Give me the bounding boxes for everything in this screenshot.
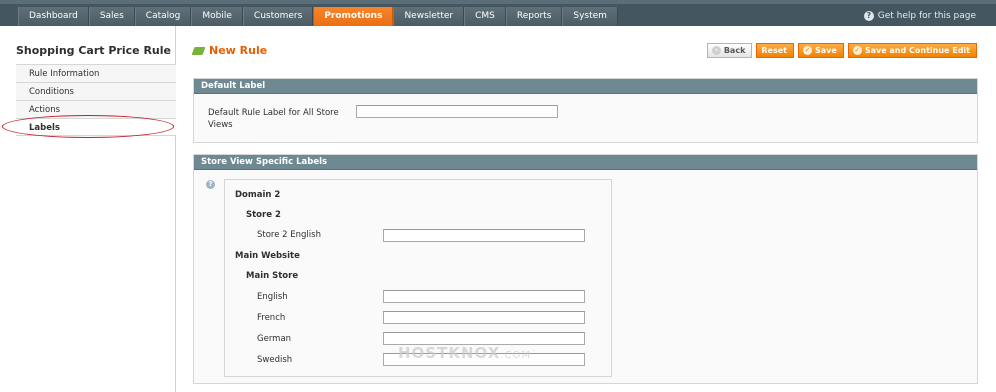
store-group-main: Main Store bbox=[246, 271, 299, 281]
back-button-label: Back bbox=[723, 46, 746, 55]
default-label-section: Default Label Default Rule Label for All… bbox=[193, 78, 978, 143]
default-rule-label-label: Default Rule Label for All Store Views bbox=[208, 108, 339, 130]
back-arrow-icon: ‹ bbox=[711, 46, 721, 55]
store-view-label: English bbox=[257, 292, 288, 302]
reset-button-label: Reset bbox=[761, 46, 787, 55]
french-label-input[interactable] bbox=[383, 311, 585, 324]
nav-customers[interactable]: Customers bbox=[242, 7, 314, 26]
website-main: Main Website bbox=[235, 251, 300, 261]
annotation-circle bbox=[2, 115, 174, 138]
save-continue-button[interactable]: ✓ Save and Continue Edit bbox=[847, 43, 977, 58]
tab-rule-information[interactable]: Rule Information bbox=[16, 64, 176, 82]
store-view-labels-heading: Store View Specific Labels bbox=[194, 155, 977, 170]
save-continue-button-label: Save and Continue Edit bbox=[864, 46, 970, 55]
help-icon: ? bbox=[863, 11, 874, 21]
sidebar-title: Shopping Cart Price Rule bbox=[16, 44, 171, 57]
sidebar: Shopping Cart Price Rule Rule Informatio… bbox=[0, 26, 176, 392]
nav-newsletter[interactable]: Newsletter bbox=[393, 7, 465, 26]
main-menu: Dashboard Sales Catalog Mobile Customers… bbox=[18, 7, 618, 26]
rule-icon bbox=[191, 46, 206, 55]
reset-button[interactable]: Reset bbox=[756, 43, 794, 58]
nav-cms[interactable]: CMS bbox=[464, 7, 506, 26]
store-view-label: Store 2 English bbox=[257, 230, 321, 240]
save-button-label: Save bbox=[815, 46, 837, 55]
save-check-icon: ✓ bbox=[803, 46, 812, 55]
question-icon: ? bbox=[206, 180, 215, 189]
help-text: Get help for this page bbox=[877, 11, 976, 21]
help-link[interactable]: ? Get help for this page bbox=[863, 11, 976, 21]
tab-conditions[interactable]: Conditions bbox=[16, 82, 176, 100]
nav-catalog[interactable]: Catalog bbox=[134, 7, 192, 26]
hostknox-watermark: HOSTKNOX.COM bbox=[398, 344, 531, 362]
default-label-heading: Default Label bbox=[194, 79, 977, 94]
store-view-labels-section: Store View Specific Labels ? Domain 2 St… bbox=[193, 154, 978, 384]
save-button[interactable]: ✓ Save bbox=[798, 43, 844, 58]
english-label-input[interactable] bbox=[383, 290, 585, 303]
website-domain-2: Domain 2 bbox=[235, 190, 281, 200]
top-navigation-bar: Dashboard Sales Catalog Mobile Customers… bbox=[0, 0, 996, 26]
store-view-label: German bbox=[257, 334, 292, 344]
save-continue-check-icon: ✓ bbox=[852, 46, 862, 55]
nav-promotions[interactable]: Promotions bbox=[313, 7, 394, 26]
default-rule-label-input[interactable] bbox=[356, 105, 558, 118]
nav-mobile[interactable]: Mobile bbox=[191, 7, 243, 26]
watermark-brand: HOSTKNOX bbox=[398, 344, 501, 362]
store-group-store-2: Store 2 bbox=[246, 210, 281, 220]
action-buttons: ‹ Back Reset ✓ Save ✓ Save and Continue … bbox=[706, 43, 977, 58]
nav-dashboard[interactable]: Dashboard bbox=[18, 7, 89, 26]
page-title-text: New Rule bbox=[209, 44, 268, 57]
store-view-label: French bbox=[257, 313, 286, 323]
back-button[interactable]: ‹ Back bbox=[706, 43, 753, 58]
store-2-english-input[interactable] bbox=[383, 229, 585, 242]
watermark-suffix: .COM bbox=[500, 350, 531, 361]
nav-reports[interactable]: Reports bbox=[505, 7, 563, 26]
store-view-label: Swedish bbox=[257, 355, 293, 365]
page-title: New Rule bbox=[191, 44, 268, 57]
nav-system[interactable]: System bbox=[562, 7, 618, 26]
nav-sales[interactable]: Sales bbox=[88, 7, 135, 26]
